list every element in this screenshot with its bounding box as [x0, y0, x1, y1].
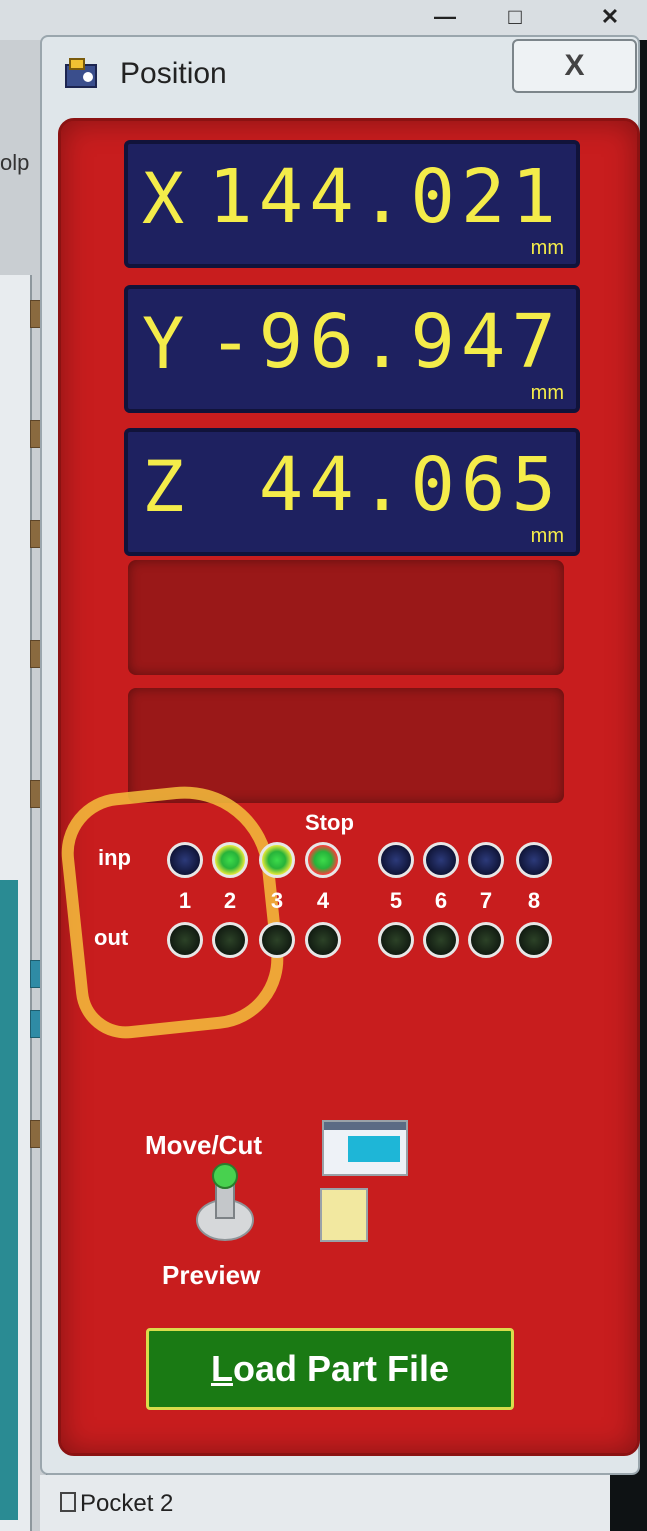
dialog-title: Position — [120, 57, 227, 90]
dro-z: Z 44.065 mm — [124, 428, 580, 556]
tree-item-label[interactable]: Pocket 2 — [80, 1490, 173, 1518]
input-led-1 — [167, 842, 203, 878]
load-part-file-button[interactable]: Load Part File — [146, 1328, 514, 1410]
input-led-8 — [516, 842, 552, 878]
dro-unit: mm — [530, 237, 564, 259]
io-number-label: 4 — [316, 888, 330, 913]
close-icon[interactable]: ✕ — [590, 0, 630, 34]
output-led-8 — [516, 922, 552, 958]
dialog-close-button[interactable]: X — [512, 39, 637, 93]
output-led-1 — [167, 922, 203, 958]
dro-x: X 144.021 mm — [124, 140, 580, 268]
mode-toggle-knob[interactable] — [190, 1160, 260, 1250]
background-titlebar — [0, 0, 647, 40]
empty-display-slot — [128, 560, 564, 675]
dro-value: -96.947 — [208, 299, 562, 385]
dialog-titlebar[interactable]: Position X — [42, 37, 638, 117]
dro-unit: mm — [530, 382, 564, 404]
dro-axis-label: Y — [142, 303, 185, 385]
background-teal-strip — [0, 880, 18, 1520]
input-led-6 — [423, 842, 459, 878]
maximize-icon[interactable]: □ — [495, 0, 535, 34]
input-led-2 — [212, 842, 248, 878]
chart-view-icon[interactable] — [320, 1188, 368, 1242]
input-led-5 — [378, 842, 414, 878]
tree-checkbox[interactable] — [60, 1492, 76, 1512]
io-number-label: 7 — [479, 888, 493, 913]
dro-axis-label: X — [142, 158, 185, 240]
window-view-icon[interactable] — [322, 1120, 408, 1176]
empty-display-slot — [128, 688, 564, 803]
io-number-label: 5 — [389, 888, 403, 913]
io-number-label: 1 — [178, 888, 192, 913]
dro-value: 144.021 — [208, 154, 562, 240]
dro-y: Y -96.947 mm — [124, 285, 580, 413]
io-number-label: 8 — [527, 888, 541, 913]
output-led-6 — [423, 922, 459, 958]
output-led-4 — [305, 922, 341, 958]
io-number-label: 3 — [270, 888, 284, 913]
dro-unit: mm — [530, 525, 564, 547]
output-led-2 — [212, 922, 248, 958]
preview-label: Preview — [162, 1260, 261, 1290]
dro-value: 44.065 — [258, 442, 562, 528]
input-led-7 — [468, 842, 504, 878]
io-number-label: 6 — [434, 888, 448, 913]
move-cut-label: Move/Cut — [145, 1130, 262, 1160]
stop-label: Stop — [305, 810, 354, 835]
input-led-3 — [259, 842, 295, 878]
load-button-accel: L — [210, 1348, 233, 1389]
dro-axis-label: Z — [142, 446, 185, 528]
machine-icon — [65, 58, 97, 88]
output-led-7 — [468, 922, 504, 958]
output-led-3 — [259, 922, 295, 958]
minimize-icon[interactable]: — — [425, 0, 465, 34]
output-led-5 — [378, 922, 414, 958]
background-partial-text: olp — [0, 150, 30, 175]
input-led-4 — [305, 842, 341, 878]
load-button-label: oad Part File — [232, 1348, 450, 1389]
io-number-label: 2 — [223, 888, 237, 913]
